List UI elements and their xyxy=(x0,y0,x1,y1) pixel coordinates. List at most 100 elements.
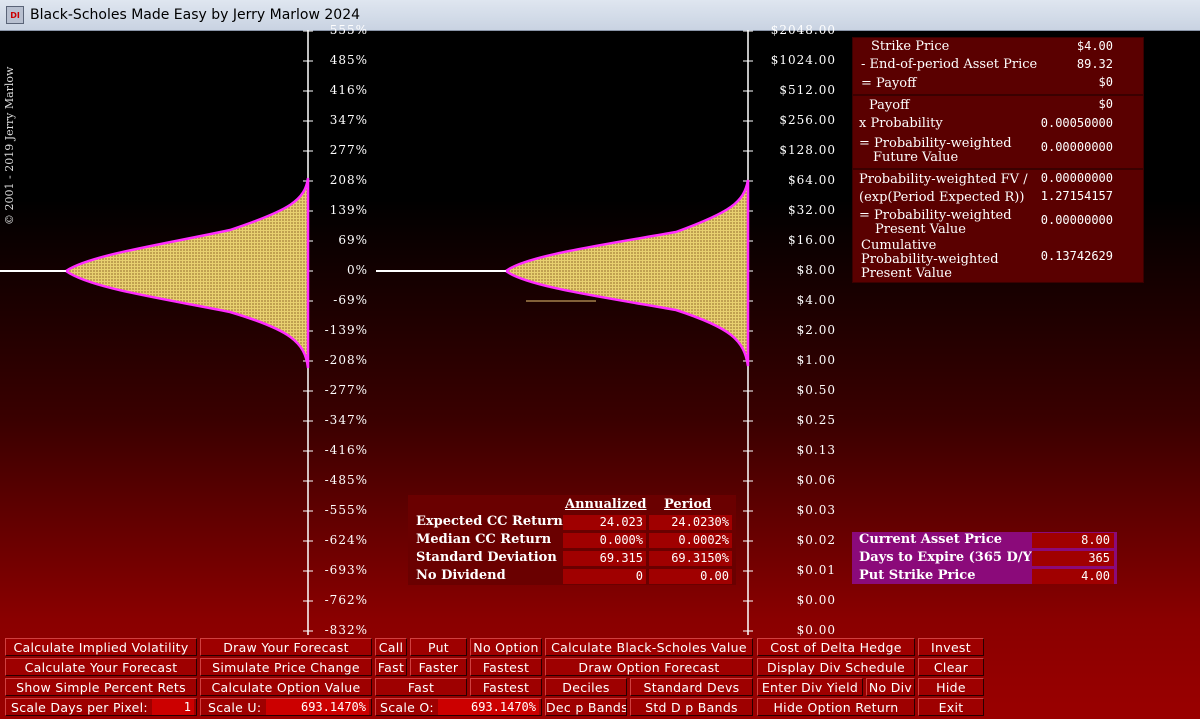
scale-u-label: Scale U: xyxy=(208,700,262,715)
price-tick-label: $0.50 xyxy=(796,383,836,397)
return-tick-label: -69% xyxy=(333,293,368,307)
payoff-value: $0 xyxy=(1098,75,1113,89)
return-tick-label: 277% xyxy=(329,143,368,157)
price-tick-label: $0.13 xyxy=(796,443,836,457)
title-bar: DI Black-Scholes Made Easy by Jerry Marl… xyxy=(0,0,1200,31)
price-tick-label: $0.03 xyxy=(796,503,836,517)
price-tick-label: $32.00 xyxy=(788,203,836,217)
stat-annual-value: 69.315 xyxy=(563,551,646,566)
simulate-price-change-button[interactable]: Simulate Price Change xyxy=(200,658,372,676)
call-button[interactable]: Call xyxy=(375,638,407,656)
show-simple-percent-rets-button[interactable]: Show Simple Percent Rets xyxy=(5,678,197,696)
stat-annual-value: 24.023 xyxy=(563,515,646,530)
price-tick-label: $0.00 xyxy=(796,593,836,607)
price-tick-label: $4.00 xyxy=(796,293,836,307)
return-tick-label: 416% xyxy=(329,83,368,97)
calculate-your-forecast-button[interactable]: Calculate Your Forecast xyxy=(5,658,197,676)
sim-fastest-button[interactable]: Fastest xyxy=(470,658,542,676)
cumulative-value: 0.13742629 xyxy=(1040,249,1113,263)
stat-label: No Dividend xyxy=(416,568,506,583)
pwfv-divide-label: Probability-weighted FV / xyxy=(859,172,1028,187)
exit-button[interactable]: Exit xyxy=(918,698,984,716)
return-tick-label: 485% xyxy=(329,53,368,67)
scale-days-input[interactable]: 1 xyxy=(152,699,194,715)
return-tick-label: -277% xyxy=(324,383,368,397)
price-tick-label: $2048.00 xyxy=(770,23,836,37)
end-price-value: 89.32 xyxy=(1076,57,1113,71)
annualized-header: Annualized xyxy=(565,497,647,512)
sim-fast-button[interactable]: Fast xyxy=(375,658,407,676)
price-tick-label: $0.02 xyxy=(796,533,836,547)
standard-devs-button[interactable]: Standard Devs xyxy=(630,678,753,696)
strike-price-label: Strike Price xyxy=(871,39,950,54)
stat-annual-value: 0 xyxy=(563,569,646,584)
right-distribution-shape xyxy=(503,179,750,367)
option-fast-button[interactable]: Fast xyxy=(375,678,467,696)
price-tick-label: $16.00 xyxy=(788,233,836,247)
clear-button[interactable]: Clear xyxy=(918,658,984,676)
put-button[interactable]: Put xyxy=(410,638,467,656)
end-price-label: - End-of-period Asset Price xyxy=(861,57,1038,72)
hide-option-return-button[interactable]: Hide Option Return xyxy=(757,698,915,716)
put-strike-price-label: Put Strike Price xyxy=(859,568,976,583)
probability-panel: Payoff $0 x Probability 0.00050000 = Pro… xyxy=(852,95,1144,169)
stat-label: Standard Deviation xyxy=(416,550,557,565)
present-value-panel: Probability-weighted FV / 0.00000000 (ex… xyxy=(852,169,1144,283)
hide-button[interactable]: Hide xyxy=(918,678,984,696)
return-tick-label: 69% xyxy=(338,233,368,247)
put-strike-price-input[interactable]: 4.00 xyxy=(1032,569,1114,584)
pwpv-value: 0.00000000 xyxy=(1040,213,1113,227)
pwpv-label-2: Present Value xyxy=(875,222,966,237)
no-div-button[interactable]: No Div xyxy=(866,678,915,696)
calculate-option-value-button[interactable]: Calculate Option Value xyxy=(200,678,372,696)
period-header: Period xyxy=(664,497,712,512)
stat-period-value: 0.0002% xyxy=(649,533,732,548)
days-to-expire-input[interactable]: 365 xyxy=(1032,551,1114,566)
days-to-expire-label: Days to Expire (365 D/Y) xyxy=(859,550,1038,565)
return-tick-label: -208% xyxy=(324,353,368,367)
no-option-button[interactable]: No Option xyxy=(470,638,542,656)
calculate-black-scholes-button[interactable]: Calculate Black-Scholes Value xyxy=(545,638,753,656)
enter-div-yield-button[interactable]: Enter Div Yield xyxy=(757,678,863,696)
payoff-panel: Strike Price $4.00 - End-of-period Asset… xyxy=(852,37,1144,95)
draw-option-forecast-button[interactable]: Draw Option Forecast xyxy=(545,658,753,676)
draw-your-forecast-button[interactable]: Draw Your Forecast xyxy=(200,638,372,656)
return-tick-label: -624% xyxy=(324,533,368,547)
scale-o-label: Scale O: xyxy=(380,700,434,715)
return-tick-label: 0% xyxy=(346,263,368,277)
asset-input-panel: Current Asset Price 8.00 Days to Expire … xyxy=(852,532,1117,584)
std-d-p-bands-button[interactable]: Std D p Bands xyxy=(630,698,753,716)
invest-button[interactable]: Invest xyxy=(918,638,984,656)
dec-p-bands-button[interactable]: Dec p Bands xyxy=(545,698,627,716)
option-fastest-button[interactable]: Fastest xyxy=(470,678,542,696)
return-tick-label: -693% xyxy=(324,563,368,577)
deciles-button[interactable]: Deciles xyxy=(545,678,627,696)
return-tick-label: -416% xyxy=(324,443,368,457)
pwpv-label-1: = Probability-weighted xyxy=(859,208,1012,223)
price-tick-label: $1024.00 xyxy=(770,53,836,67)
return-tick-label: 139% xyxy=(329,203,368,217)
cost-of-delta-hedge-button[interactable]: Cost of Delta Hedge xyxy=(757,638,915,656)
pwfv-value: 0.00000000 xyxy=(1040,140,1113,154)
return-tick-label: -832% xyxy=(324,623,368,637)
price-tick-label: $2.00 xyxy=(796,323,836,337)
sim-faster-button[interactable]: Faster xyxy=(410,658,467,676)
current-asset-price-input[interactable]: 8.00 xyxy=(1032,533,1114,548)
price-tick-label: $64.00 xyxy=(788,173,836,187)
pwfv-divide-value: 0.00000000 xyxy=(1040,171,1113,185)
price-tick-label: $256.00 xyxy=(779,113,836,127)
cumulative-label-3: Present Value xyxy=(861,266,952,281)
return-tick-label: 555% xyxy=(329,23,368,37)
calculate-implied-volatility-button[interactable]: Calculate Implied Volatility xyxy=(5,638,197,656)
price-tick-label: $1.00 xyxy=(796,353,836,367)
return-tick-label: 208% xyxy=(329,173,368,187)
display-div-schedule-button[interactable]: Display Div Schedule xyxy=(757,658,915,676)
return-tick-label: -555% xyxy=(324,503,368,517)
return-tick-label: 347% xyxy=(329,113,368,127)
scale-u-input[interactable]: 693.1470% xyxy=(266,699,369,715)
scale-o-input[interactable]: 693.1470% xyxy=(438,699,539,715)
cumulative-label-1: Cumulative xyxy=(861,238,937,253)
probability-value: 0.00050000 xyxy=(1040,116,1113,130)
probability-label: x Probability xyxy=(859,116,943,131)
stat-annual-value: 0.000% xyxy=(563,533,646,548)
